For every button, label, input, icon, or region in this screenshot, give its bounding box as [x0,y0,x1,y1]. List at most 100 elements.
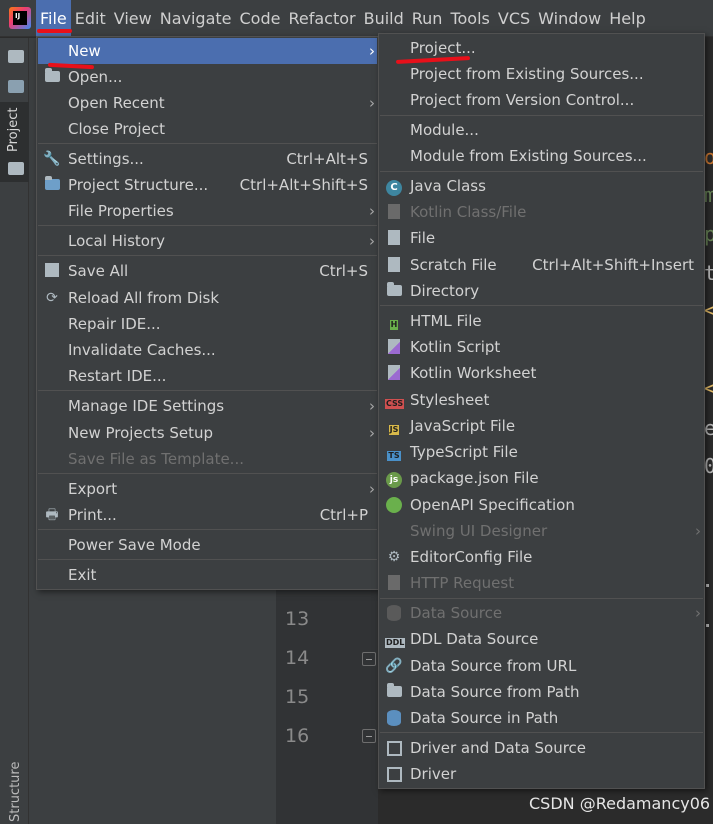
fold-toggle-icon[interactable] [362,652,376,666]
http-file-icon [385,574,403,592]
file-menu-item-exit[interactable]: Exit [38,562,377,588]
file-menu-item-restart-ide[interactable]: Restart IDE... [38,363,377,389]
new-menu-item-kotlin-worksheet[interactable]: Kotlin Worksheet [380,360,703,386]
new-menu-item-typescript-file[interactable]: TS TypeScript File [380,439,703,465]
new-menu-item-driver[interactable]: Driver [380,761,703,787]
file-menu-item-local-history[interactable]: Local History › [38,228,377,254]
project-structure-icon[interactable] [8,80,24,93]
new-menu-item-html-file[interactable]: H HTML File [380,308,703,334]
menu-separator [38,529,377,530]
new-menu-item-data-source: Data Source › [380,600,703,626]
shortcut-label: Ctrl+P [319,506,368,524]
structure-tab-label[interactable]: Structure [8,762,23,822]
file-menu-item-repair-ide[interactable]: Repair IDE... [38,311,377,337]
shortcut-label: Ctrl+S [319,262,368,280]
menu-separator [380,732,703,733]
new-menu-item-directory[interactable]: Directory [380,278,703,304]
new-menu-item-scratch-file[interactable]: Scratch File Ctrl+Alt+Shift+Insert [380,252,703,278]
menu-tools[interactable]: Tools [446,0,493,37]
new-submenu: Project... Project from Existing Sources… [378,33,705,789]
chevron-right-icon: › [695,522,701,540]
file-menu-item-new[interactable]: New › [38,38,377,64]
menu-window[interactable]: Window [534,0,605,37]
shortcut-label: Ctrl+Alt+S [286,150,368,168]
line-number: 16 [285,725,310,747]
folder-icon[interactable] [8,50,24,63]
file-menu-item-save-file-as-template: Save File as Template... [68,450,244,468]
file-menu-item-export[interactable]: Export › [38,476,377,502]
folder-icon [8,162,24,175]
chevron-right-icon: › [369,424,375,442]
chevron-right-icon: › [695,604,701,622]
new-menu-item-data-source-from-url[interactable]: 🔗 Data Source from URL [380,653,703,679]
folder-icon [385,683,403,701]
file-menu-item-new-projects-setup[interactable]: New Projects Setup › [38,420,377,446]
line-number: 14 [285,647,310,669]
code-fragment: 0 [704,454,713,478]
menu-separator [38,143,377,144]
menu-refactor[interactable]: Refactor [284,0,359,37]
nodejs-icon: js [385,469,403,488]
new-menu-item-data-source-in-path[interactable]: Data Source in Path [380,705,703,731]
file-menu-item-open-recent[interactable]: Open Recent › [38,90,377,116]
menu-separator [380,171,703,172]
file-menu-item-power-save-mode[interactable]: Power Save Mode [38,532,377,558]
javascript-file-icon: JS [388,425,400,435]
new-menu-item-ddl-data-source[interactable]: DDL DDL Data Source [380,626,703,652]
typescript-file-icon: TS [387,451,401,461]
intellij-logo-icon[interactable]: IJ [9,7,31,29]
new-menu-item-driver-and-data-source[interactable]: Driver and Data Source [380,735,703,761]
menu-help[interactable]: Help [605,0,649,37]
new-menu-item-module[interactable]: Module... [380,117,703,143]
menu-navigate[interactable]: Navigate [156,0,236,37]
css-file-icon: CSS [385,399,405,409]
kotlin-script-icon [385,338,403,356]
file-menu-item-close-project[interactable]: Close Project [38,116,377,142]
link-icon: 🔗 [385,658,403,674]
file-menu-item-manage-ide-settings[interactable]: Manage IDE Settings › [38,393,377,419]
new-menu-item-javascript-file[interactable]: JS JavaScript File [380,413,703,439]
menu-build[interactable]: Build [360,0,408,37]
reload-icon: ⟳ [46,290,58,306]
chevron-right-icon: › [369,42,375,60]
code-dot [706,624,709,627]
fold-toggle-icon[interactable] [362,729,376,743]
file-menu-item-project-structure[interactable]: Project Structure... Ctrl+Alt+Shift+S [38,172,377,198]
menu-separator [38,255,377,256]
new-menu-item-stylesheet[interactable]: CSS Stylesheet [380,387,703,413]
file-menu-item-file-properties[interactable]: File Properties › [38,198,377,224]
new-menu-item-project-from-existing[interactable]: Project from Existing Sources... [380,61,703,87]
new-menu-item-package-json[interactable]: js package.json File [380,465,703,491]
code-dot [706,584,709,587]
scratch-file-icon [385,256,403,274]
code-fragment: e [704,416,713,440]
menu-vcs[interactable]: VCS [494,0,534,37]
shortcut-label: Ctrl+Alt+Shift+Insert [532,256,694,274]
watermark: CSDN @Redamancy06 [529,794,711,813]
file-menu-item-save-all[interactable]: Save All Ctrl+S [38,258,377,284]
file-icon [385,229,403,247]
driver-icon [385,739,403,757]
new-menu-item-project-from-vcs[interactable]: Project from Version Control... [380,87,703,113]
menu-view[interactable]: View [110,0,156,37]
menu-code[interactable]: Code [236,0,285,37]
menu-edit[interactable]: Edit [71,0,110,37]
new-menu-item-http-request: HTTP Request [380,570,703,596]
new-menu-item-kotlin-script[interactable]: Kotlin Script [380,334,703,360]
file-menu-item-invalidate-caches[interactable]: Invalidate Caches... [38,337,377,363]
gear-icon: ⚙ [387,549,401,565]
file-menu-item-reload-all[interactable]: ⟳ Reload All from Disk [38,285,377,311]
new-menu-item-project[interactable]: Project... [380,35,703,61]
new-menu-item-data-source-from-path[interactable]: Data Source from Path [380,679,703,705]
new-menu-item-openapi-spec[interactable]: OpenAPI Specification [380,492,703,518]
new-menu-item-editorconfig[interactable]: ⚙ EditorConfig File [380,544,703,570]
menu-separator [380,305,703,306]
new-menu-item-kotlin-class: Kotlin Class/File [380,199,703,225]
file-menu-item-settings[interactable]: 🔧 Settings... Ctrl+Alt+S [38,146,377,172]
menu-run[interactable]: Run [408,0,447,37]
new-menu-item-module-from-existing[interactable]: Module from Existing Sources... [380,143,703,169]
database-icon [385,709,403,727]
file-menu-item-print[interactable]: 🖶 Print... Ctrl+P [38,502,377,528]
new-menu-item-file[interactable]: File [380,225,703,251]
new-menu-item-java-class[interactable]: C Java Class [380,173,703,199]
